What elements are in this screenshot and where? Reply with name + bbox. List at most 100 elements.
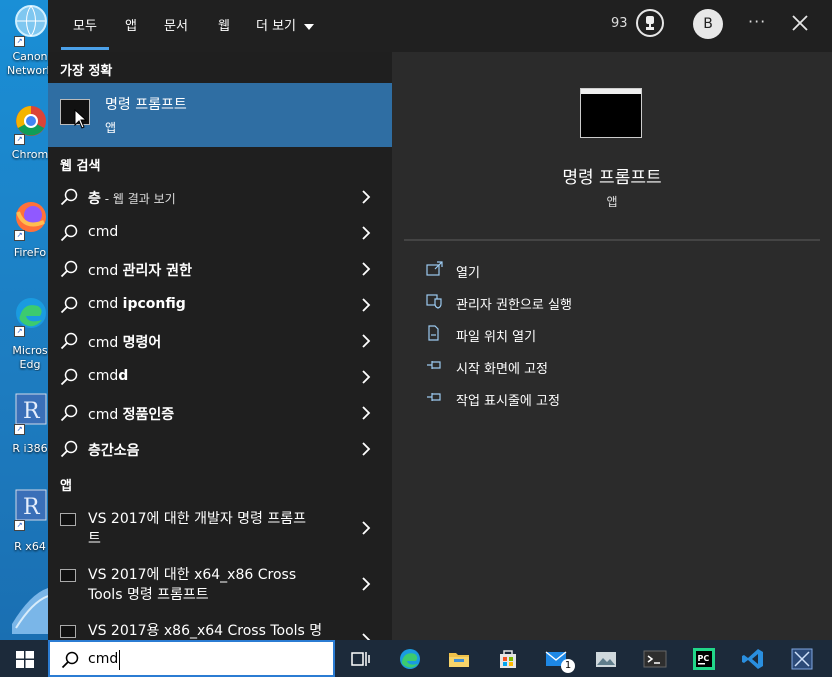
search-icon [60,296,78,314]
shortcut-arrow-icon: ↗ [14,326,25,337]
web-result-row[interactable]: 층간소음 [48,431,392,467]
search-icon [61,651,79,669]
pin-icon [427,393,441,401]
user-avatar[interactable]: B [693,9,723,39]
best-match-title: 명령 프롬프트 [105,97,187,113]
action-open-file-location[interactable]: 파일 위치 열기 [426,321,816,347]
shortcut-arrow-icon: ↗ [14,230,25,241]
rewards-trophy-icon[interactable] [636,9,664,37]
section-web-search: 웹 검색 [60,159,101,174]
best-match-type: 앱 [105,121,117,135]
desktop-icon-partial[interactable] [10,584,48,634]
web-result-row[interactable]: cmd 명령어 [48,323,392,359]
chevron-right-icon [362,406,371,420]
rewards-count: 93 [611,16,628,31]
active-tab-indicator [61,47,109,50]
mail-unread-badge: 1 [561,659,575,673]
action-run-as-admin[interactable]: 관리자 권한으로 실행 [426,289,816,315]
section-best-match: 가장 정확 [60,64,113,79]
web-result-row[interactable]: cmd ipconfig [48,287,392,323]
search-icon [60,368,78,386]
microsoft-store-icon[interactable] [496,647,520,671]
command-prompt-icon [60,513,76,526]
action-pin-to-start[interactable]: 시작 화면에 고정 [426,353,816,379]
search-icon [60,260,78,278]
chevron-right-icon [362,334,371,348]
app-result-row[interactable]: VS 2017용 x86_x64 Cross Tools 명 [48,616,392,640]
web-result-row[interactable]: cmd 정품인증 [48,395,392,431]
results-list: 가장 정확 명령 프롬프트 앱 웹 검색 층 - 웹 결과 보기 cmd cmd… [48,52,392,640]
shortcut-arrow-icon: ↗ [14,520,25,531]
app-result-row[interactable]: VS 2017에 대한 x64_x86 Cross Tools 명령 프롬프트 [48,560,392,616]
preview-type: 앱 [606,195,618,209]
file-location-icon [428,325,439,341]
shortcut-arrow-icon: ↗ [14,134,25,145]
tab-more[interactable]: 더 보기 [256,15,315,34]
photo-viewer-icon[interactable] [594,647,618,671]
tab-web[interactable]: 웹 [218,15,230,34]
search-filter-bar: 모두 앱 문서 웹 더 보기 93 B ··· [48,0,832,52]
chevron-right-icon [362,190,371,204]
search-icon [60,188,78,206]
search-input[interactable]: cmd [88,651,118,667]
best-match-item[interactable]: 명령 프롬프트 앱 [48,83,392,147]
edge-icon [16,298,46,328]
mouse-cursor-icon [74,109,88,129]
command-prompt-icon [580,88,642,138]
chevron-right-icon [362,298,371,312]
r-icon: R [15,489,47,521]
tab-all[interactable]: 모두 [73,15,97,34]
command-prompt-icon [60,625,76,638]
chevron-right-icon [362,633,371,640]
text-caret [119,650,120,670]
tab-apps[interactable]: 앱 [125,15,137,34]
network-icon [15,5,47,37]
close-icon[interactable] [790,12,810,34]
action-open[interactable]: 열기 [426,257,816,283]
web-result-row[interactable]: cmd 관리자 권한 [48,251,392,287]
chevron-right-icon [362,370,371,384]
taskbar: cmd 1 PC [0,640,832,677]
chrome-icon [16,106,46,136]
chevron-right-icon [362,226,371,240]
divider [404,239,820,241]
r-icon: R [15,393,47,425]
shortcut-arrow-icon: ↗ [14,36,25,47]
svg-text:R: R [23,399,41,424]
edge-icon[interactable] [398,647,422,671]
taskbar-search-box[interactable]: cmd [48,640,335,677]
web-result-row[interactable]: 층 - 웹 결과 보기 [48,179,392,215]
file-explorer-icon[interactable] [447,647,471,671]
action-pin-to-taskbar[interactable]: 작업 표시줄에 고정 [426,385,816,411]
chevron-right-icon [362,521,371,535]
task-view-icon[interactable] [348,647,372,671]
shortcut-arrow-icon: ↗ [14,424,25,435]
chevron-right-icon [362,577,371,591]
command-prompt-icon [60,569,76,582]
search-icon [60,404,78,422]
more-options-button[interactable]: ··· [748,12,766,31]
windows-start-icon[interactable] [16,651,34,668]
preview-title: 명령 프롬프트 [562,168,662,188]
svg-text:PC: PC [698,654,710,663]
search-panel: 모두 앱 문서 웹 더 보기 93 B ··· 가장 정확 명령 프롬프트 앱 … [48,0,832,640]
chevron-right-icon [362,442,371,456]
svg-text:R: R [23,495,41,520]
vscode-icon[interactable] [741,647,765,671]
snipping-tool-icon[interactable] [790,647,814,671]
web-result-row[interactable]: cmdd [48,359,392,395]
tab-documents[interactable]: 문서 [164,15,188,34]
search-icon [60,440,78,458]
web-result-row[interactable]: cmd [48,215,392,251]
chevron-right-icon [362,262,371,276]
app-result-row[interactable]: VS 2017에 대한 개발자 명령 프롬프 트 [48,504,392,560]
trophy-icon [646,16,654,30]
open-icon [426,261,443,276]
terminal-icon[interactable] [643,647,667,671]
pycharm-icon[interactable]: PC [692,647,716,671]
section-apps: 앱 [60,479,72,494]
firefox-icon [16,202,46,232]
caret-down-icon [304,24,315,30]
shield-icon [426,294,442,309]
search-icon [60,224,78,242]
